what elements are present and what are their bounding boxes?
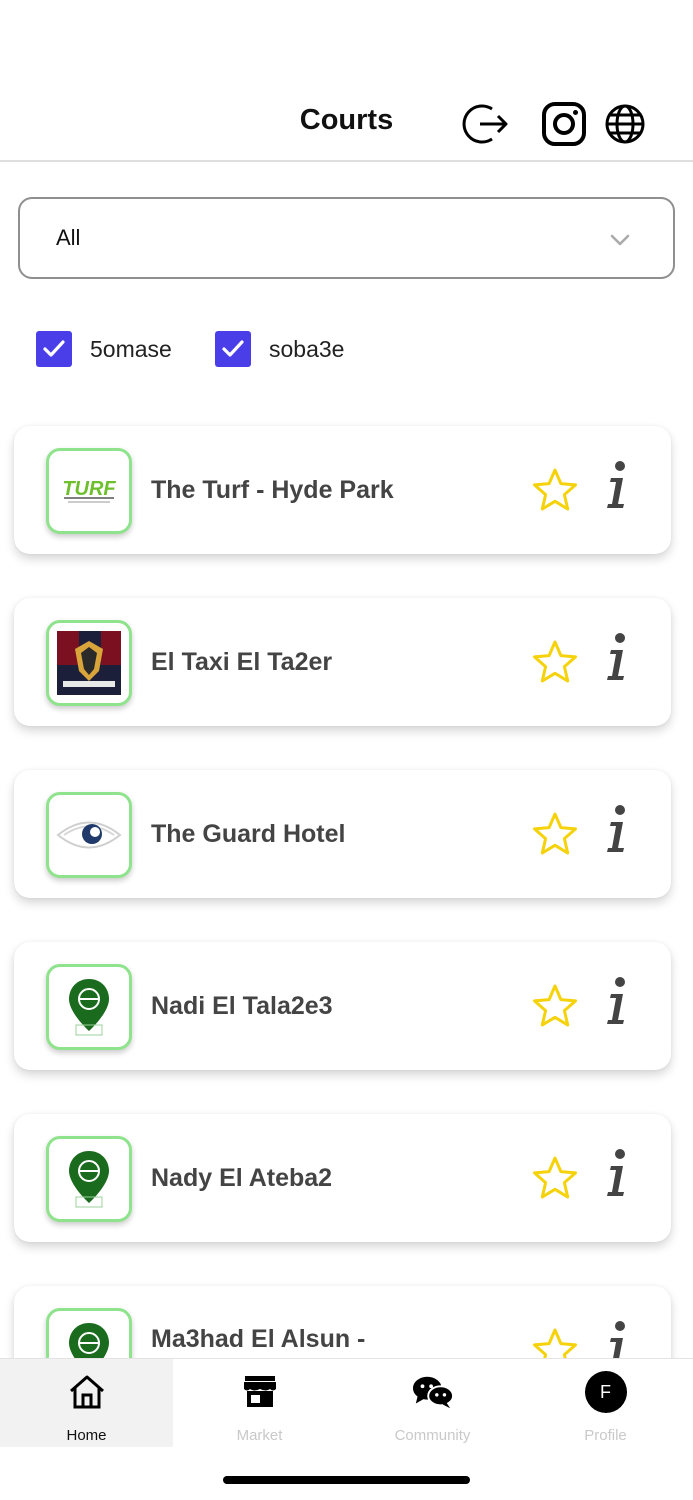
court-card[interactable]: Nadi El Tala2e3 — [14, 942, 671, 1070]
chat-icon — [412, 1371, 454, 1413]
court-card[interactable]: Nady El Ateba2 — [14, 1114, 671, 1242]
avatar: F — [584, 1371, 627, 1413]
checkbox-label: soba3e — [269, 335, 345, 362]
page-title: Courts — [299, 104, 394, 136]
guard-eye-logo — [46, 792, 132, 878]
almaza-logo — [46, 620, 132, 706]
checkmark-icon — [43, 340, 65, 357]
court-name: El Taxi El Ta2er — [151, 648, 333, 676]
tab-community[interactable]: Community — [346, 1359, 519, 1447]
court-name: Nady El Ateba2 — [151, 1164, 333, 1192]
home-indicator — [223, 1476, 470, 1484]
checkbox-5omase[interactable]: 5omase — [36, 331, 172, 367]
favorite-star-icon[interactable] — [532, 983, 578, 1029]
court-card[interactable]: The Guard Hotel — [14, 770, 671, 898]
tab-label: Community — [394, 1427, 471, 1444]
tab-market[interactable]: Market — [173, 1359, 346, 1447]
turf-logo: TURF — [46, 448, 132, 534]
court-card[interactable]: El Taxi El Ta2er — [14, 598, 671, 726]
favorite-star-icon[interactable] — [532, 811, 578, 857]
logout-icon[interactable] — [462, 100, 510, 148]
tab-profile[interactable]: F Profile — [519, 1359, 692, 1447]
checkbox-checked[interactable] — [215, 331, 251, 367]
turf-logo-text: TURF — [62, 478, 116, 500]
chevron-down-icon — [610, 234, 630, 246]
favorite-star-icon[interactable] — [532, 1155, 578, 1201]
info-icon[interactable] — [602, 976, 632, 1028]
tab-label: Market — [236, 1427, 283, 1444]
court-card[interactable]: TURF The Turf - Hyde Park — [14, 426, 671, 554]
info-icon[interactable] — [602, 804, 632, 856]
court-type-select[interactable]: All — [18, 197, 675, 279]
selected-filter-value: All — [56, 225, 81, 250]
checkmark-icon — [222, 340, 244, 357]
court-name: Nadi El Tala2e3 — [151, 992, 333, 1020]
court-name: The Turf - Hyde Park — [151, 476, 394, 504]
checkbox-checked[interactable] — [36, 331, 72, 367]
pitch-pin-logo — [46, 964, 132, 1050]
info-icon[interactable] — [602, 460, 632, 512]
info-icon[interactable] — [602, 632, 632, 684]
avatar-letter: F — [584, 1371, 627, 1413]
pitch-pin-logo — [46, 1136, 132, 1222]
checkbox-soba3e[interactable]: soba3e — [215, 331, 344, 367]
tab-label: Profile — [584, 1427, 627, 1444]
globe-icon[interactable] — [603, 102, 647, 146]
favorite-star-icon[interactable] — [532, 639, 578, 685]
tab-label: Home — [66, 1427, 107, 1444]
info-icon[interactable] — [602, 1148, 632, 1200]
court-name: The Guard Hotel — [151, 820, 346, 848]
favorite-star-icon[interactable] — [532, 467, 578, 513]
instagram-icon[interactable] — [540, 100, 588, 148]
home-icon — [66, 1371, 108, 1413]
checkbox-label: 5omase — [90, 335, 172, 362]
store-icon — [239, 1371, 281, 1413]
app-header: Courts — [0, 0, 693, 162]
tab-home[interactable]: Home — [0, 1359, 173, 1447]
